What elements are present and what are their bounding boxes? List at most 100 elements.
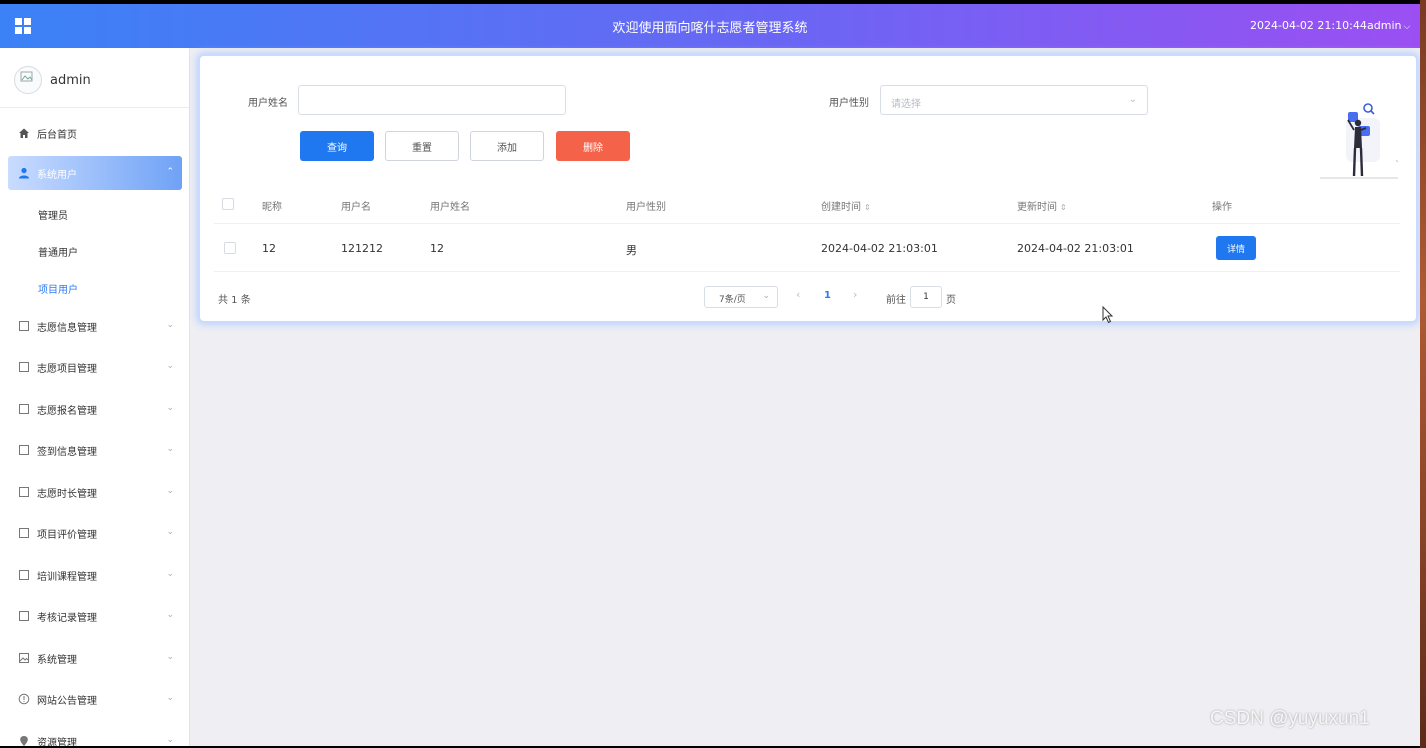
goto-page-input[interactable]: 1: [910, 286, 942, 308]
sidebar-item-volunteer-signup[interactable]: 志愿报名管理 ⌄: [8, 392, 182, 426]
page-size-select[interactable]: 7条/页 ⌄: [704, 286, 778, 308]
doc-icon: [19, 487, 29, 497]
doc-icon: [19, 445, 29, 455]
table-row: 12 121212 12 男 2024-04-02 21:03:01 2024-…: [214, 224, 1400, 272]
sidebar-item-label: 网站公告管理: [37, 695, 97, 707]
doc-icon: [19, 362, 29, 372]
chevron-down-icon: ⌄: [166, 527, 174, 537]
sort-icon[interactable]: ⇕: [864, 203, 871, 212]
page-size-value: 7条/页: [719, 295, 746, 305]
column-header-created[interactable]: 创建时间 ⇕: [821, 198, 871, 213]
name-filter-input[interactable]: [298, 85, 566, 115]
sidebar-item-label: 系统管理: [37, 654, 77, 666]
submenu-item-normal-user[interactable]: 普通用户: [38, 244, 78, 259]
prev-page-button[interactable]: ‹: [796, 288, 800, 301]
doc-icon: [19, 570, 29, 580]
profile-name: admin: [50, 73, 91, 88]
sidebar-item-label: 志愿报名管理: [37, 405, 97, 417]
reset-button[interactable]: 重置: [385, 131, 459, 161]
sidebar-item-system-management[interactable]: 系统管理 ⌄: [8, 641, 182, 675]
user-icon: [19, 167, 29, 179]
chevron-down-icon: ⌄: [166, 735, 174, 745]
sidebar-item-home[interactable]: 后台首页: [8, 116, 182, 150]
sidebar-item-volunteer-hours[interactable]: 志愿时长管理 ⌄: [8, 475, 182, 509]
sort-icon[interactable]: ⇕: [1060, 203, 1067, 212]
app-window: 欢迎使用面向喀什志愿者管理系统 2024-04-02 21:10:44 admi…: [0, 4, 1420, 746]
goto-suffix: 页: [946, 295, 956, 306]
home-icon: [19, 128, 29, 138]
header-datetime: 2024-04-02 21:10:44: [1250, 19, 1367, 32]
sidebar-item-label: 志愿项目管理: [37, 363, 97, 375]
chevron-down-icon: ⌄: [166, 361, 174, 371]
doc-icon: [19, 404, 29, 414]
sidebar-item-label: 考核记录管理: [37, 612, 97, 624]
background-edge: [1420, 0, 1426, 748]
gender-select-placeholder: 请选择: [891, 99, 921, 110]
column-header-label: 更新时间: [1017, 202, 1057, 213]
doc-icon: [19, 321, 29, 331]
column-header-label: 创建时间: [821, 202, 861, 213]
gender-filter-label: 用户性别: [829, 98, 869, 109]
detail-button[interactable]: 详情: [1216, 236, 1256, 260]
next-page-button[interactable]: ›: [853, 288, 857, 301]
chevron-down-icon: ⌄: [166, 569, 174, 579]
user-menu-label: admin: [1367, 19, 1402, 32]
chevron-down-icon: ⌄: [166, 486, 174, 496]
sidebar-item-announcement[interactable]: 网站公告管理 ⌄: [8, 682, 182, 716]
watermark: CSDN @yuyuxun1: [1210, 708, 1370, 729]
column-header-username: 用户名: [341, 202, 371, 213]
column-header-gender: 用户性别: [626, 202, 666, 213]
doc-icon: [19, 611, 29, 621]
submenu-item-admin[interactable]: 管理员: [38, 207, 68, 222]
sidebar-profile: admin: [0, 48, 189, 108]
sidebar-item-system-users[interactable]: 系统用户 ⌃: [8, 156, 182, 190]
submenu-item-project-user[interactable]: 项目用户: [38, 281, 78, 296]
select-all-checkbox[interactable]: [222, 198, 234, 210]
cell-realname: 12: [430, 242, 444, 255]
doc-icon: [19, 528, 29, 538]
top-header: 欢迎使用面向喀什志愿者管理系统 2024-04-02 21:10:44 admi…: [0, 4, 1420, 48]
chevron-down-icon: ⌄: [166, 444, 174, 454]
sidebar-item-label: 项目评价管理: [37, 529, 97, 541]
sidebar-item-label: 系统用户: [37, 169, 77, 181]
chevron-down-icon: ⌵: [1403, 22, 1411, 32]
sidebar-item-project-review[interactable]: 项目评价管理 ⌄: [8, 516, 182, 550]
sidebar-item-label: 培训课程管理: [37, 571, 97, 583]
column-header-nickname: 昵称: [262, 202, 282, 213]
sidebar-item-volunteer-project[interactable]: 志愿项目管理 ⌄: [8, 350, 182, 384]
delete-button[interactable]: 删除: [556, 131, 630, 161]
column-header-updated[interactable]: 更新时间 ⇕: [1017, 198, 1067, 213]
column-header-action: 操作: [1212, 202, 1232, 213]
goto-label: 前往: [886, 295, 906, 306]
chevron-down-icon: ⌄: [166, 320, 174, 330]
user-menu[interactable]: admin ⌵: [1367, 19, 1410, 32]
cell-created: 2024-04-02 21:03:01: [821, 242, 938, 255]
search-illustration: [1320, 103, 1399, 179]
chevron-down-icon: ⌄: [762, 291, 770, 301]
row-checkbox[interactable]: [224, 242, 236, 254]
sidebar-item-resources[interactable]: 资源管理 ⌄: [8, 724, 182, 746]
mouse-cursor-icon: [1102, 306, 1114, 324]
chevron-down-icon: ⌄: [166, 403, 174, 413]
sidebar-item-volunteer-info[interactable]: 志愿信息管理 ⌄: [8, 309, 182, 343]
query-button[interactable]: 查询: [300, 131, 374, 161]
sidebar-item-label: 志愿信息管理: [37, 322, 97, 334]
app-title: 欢迎使用面向喀什志愿者管理系统: [612, 21, 808, 36]
sidebar-item-label: 志愿时长管理: [37, 488, 97, 500]
sidebar: admin 后台首页 系统用户 ⌃ 管理员 普通用户 项目用户 志愿信息管理 ⌄…: [0, 48, 190, 746]
pagination-total: 共 1 条: [218, 295, 251, 306]
sidebar-item-checkin-info[interactable]: 签到信息管理 ⌄: [8, 433, 182, 467]
cell-updated: 2024-04-02 21:03:01: [1017, 242, 1134, 255]
chevron-down-icon: ⌄: [1128, 94, 1137, 105]
main-card: 用户姓名 用户性别 请选择 ⌄ 查询 重置 添加 删除 昵称 用户名 用户姓名 …: [200, 56, 1416, 321]
cell-username: 121212: [341, 242, 383, 255]
add-button[interactable]: 添加: [470, 131, 544, 161]
sidebar-item-label: 后台首页: [37, 129, 77, 141]
gender-select[interactable]: 请选择 ⌄: [880, 85, 1148, 115]
sidebar-item-label: 签到信息管理: [37, 446, 97, 458]
sidebar-item-assessment-record[interactable]: 考核记录管理 ⌄: [8, 599, 182, 633]
avatar: [14, 66, 42, 94]
sidebar-item-training-course[interactable]: 培训课程管理 ⌄: [8, 558, 182, 592]
chevron-down-icon: ⌄: [166, 610, 174, 620]
page-number-current[interactable]: 1: [824, 290, 831, 301]
